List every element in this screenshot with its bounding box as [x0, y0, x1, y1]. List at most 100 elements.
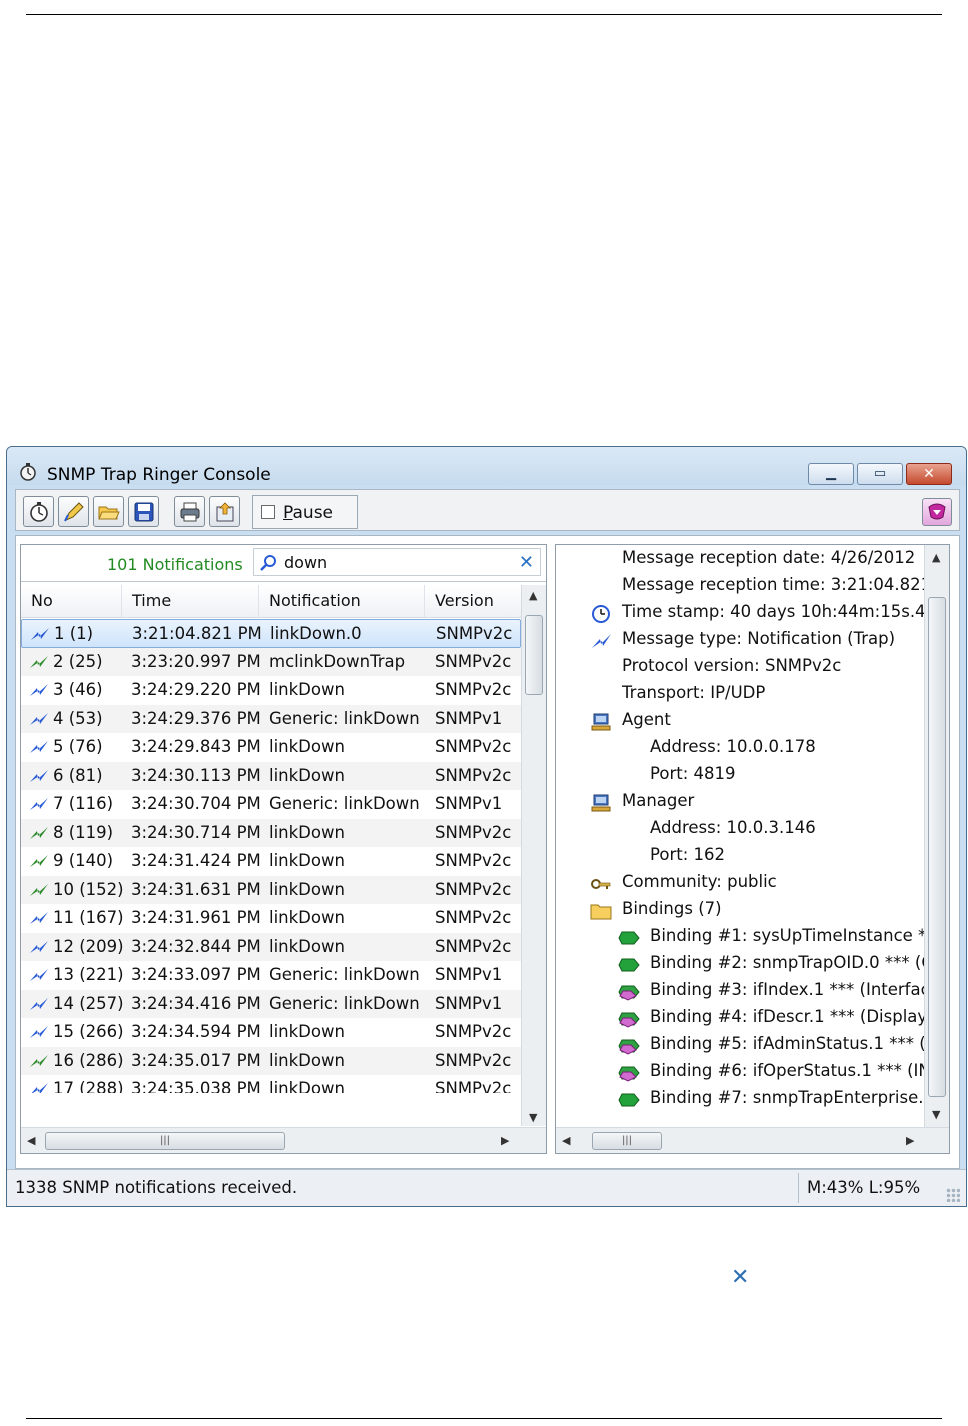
- table-row[interactable]: 14 (257) 3:24:34.416 PM Generic: linkDown S…: [21, 989, 521, 1018]
- row-notification: Generic: linkDown: [269, 965, 420, 984]
- trap-icon: [30, 684, 48, 696]
- vertical-scroll-thumb[interactable]: [525, 615, 543, 695]
- notifications-horizontal-scrollbar[interactable]: ◀ ||| ▶: [21, 1127, 546, 1153]
- table-row[interactable]: 8 (119) 3:24:30.714 PM linkDown SNMPv2c: [21, 818, 521, 847]
- table-row[interactable]: 15 (266) 3:24:34.594 PM linkDown SNMPv2c: [21, 1018, 521, 1047]
- stopwatch-button[interactable]: [23, 496, 54, 527]
- binding-green-icon: [618, 931, 640, 945]
- table-row[interactable]: 3 (46) 3:24:29.220 PM linkDown SNMPv2c: [21, 676, 521, 705]
- detail-line[interactable]: Agent: [622, 710, 671, 729]
- table-row[interactable]: 7 (116) 3:24:30.704 PM Generic: linkDown SN…: [21, 790, 521, 819]
- table-row[interactable]: 4 (53) 3:24:29.376 PM Generic: linkDown SNM…: [21, 704, 521, 733]
- print-button[interactable]: [174, 496, 205, 527]
- notifications-vertical-scrollbar[interactable]: ▲ ▼: [521, 585, 546, 1126]
- scroll-up-icon[interactable]: ▲: [932, 551, 940, 564]
- detail-line[interactable]: Address: 10.0.3.146: [650, 818, 816, 837]
- detail-line[interactable]: Time stamp: 40 days 10h:44m:15s.45th: [622, 602, 924, 621]
- detail-line[interactable]: Binding #2: snmpTrapOID.0 *** (O: [650, 953, 924, 972]
- detail-line[interactable]: Message reception date: 4/26/2012: [622, 548, 915, 567]
- row-notification: linkDown.0: [270, 624, 362, 643]
- row-no: 6 (81): [53, 765, 103, 785]
- column-header-version[interactable]: Version: [425, 585, 521, 617]
- row-time: 3:24:31.631 PM: [131, 879, 261, 899]
- horizontal-scroll-thumb[interactable]: |||: [45, 1132, 285, 1150]
- detail-line[interactable]: Binding #1: sysUpTimeInstance ***: [650, 926, 924, 945]
- details-tree: Message reception date: 4/26/2012 Message…: [556, 545, 924, 1127]
- detail-line[interactable]: Transport: IP/UDP: [622, 683, 765, 702]
- detail-line[interactable]: Bindings (7): [622, 899, 722, 918]
- row-no: 5 (76): [53, 737, 103, 756]
- table-row[interactable]: 13 (221) 3:24:33.097 PM Generic: linkDown S…: [21, 961, 521, 990]
- column-header-notification[interactable]: Notification: [259, 585, 425, 617]
- row-time: 3:24:31.961 PM: [131, 908, 261, 927]
- column-header-no[interactable]: No: [21, 585, 122, 617]
- vertical-scroll-thumb[interactable]: [928, 597, 946, 1097]
- scroll-right-icon[interactable]: ▶: [906, 1134, 914, 1147]
- search-icon: [260, 555, 276, 571]
- table-row[interactable]: 9 (140) 3:24:31.424 PM linkDown SNMPv2c: [21, 847, 521, 876]
- table-row[interactable]: 1 (1) 3:21:04.821 PM linkDown.0 SNMPv2c: [21, 619, 521, 648]
- detail-line[interactable]: Port: 162: [650, 845, 725, 864]
- detail-line[interactable]: Binding #4: ifDescr.1 *** (DisplaySt: [650, 1007, 924, 1026]
- maximize-button[interactable]: ▭: [857, 463, 903, 485]
- scroll-left-icon[interactable]: ◀: [562, 1134, 570, 1147]
- horizontal-scroll-thumb[interactable]: |||: [592, 1132, 662, 1150]
- scroll-up-icon[interactable]: ▲: [529, 589, 537, 602]
- detail-line[interactable]: Binding #5: ifAdminStatus.1 *** (IN: [650, 1034, 924, 1053]
- pause-toggle[interactable]: Pause: [252, 495, 358, 529]
- table-row[interactable]: 11 (167) 3:24:31.961 PM linkDown SNMPv2c: [21, 904, 521, 933]
- scroll-left-icon[interactable]: ◀: [27, 1134, 35, 1147]
- window-title: SNMP Trap Ringer Console: [47, 465, 271, 485]
- scroll-down-icon[interactable]: ▼: [932, 1108, 940, 1121]
- detail-line[interactable]: Manager: [622, 791, 694, 810]
- detail-line[interactable]: Community: public: [622, 872, 777, 891]
- app-window: SNMP Trap Ringer Console ▁ ▭ ✕ Pause 101…: [6, 446, 967, 1207]
- table-row[interactable]: 6 (81) 3:24:30.113 PM linkDown SNMPv2c: [21, 761, 521, 790]
- search-input[interactable]: [284, 552, 504, 572]
- detail-line[interactable]: Protocol version: SNMPv2c: [622, 656, 841, 675]
- clear-search-icon[interactable]: ✕: [519, 552, 534, 573]
- row-notification: linkDown: [269, 879, 345, 899]
- detail-line[interactable]: Binding #3: ifIndex.1 *** (InterfaceI: [650, 980, 924, 999]
- row-no: 8 (119): [53, 822, 114, 842]
- open-button[interactable]: [93, 496, 124, 527]
- ringer-button[interactable]: [922, 498, 952, 526]
- search-box[interactable]: ✕: [253, 548, 541, 576]
- table-row[interactable]: 10 (152) 3:24:31.631 PM linkDown SNMPv2c: [21, 875, 521, 904]
- detail-line[interactable]: Message reception time: 3:21:04.821 P: [622, 575, 924, 594]
- table-row[interactable]: 2 (25) 3:23:20.997 PM mclinkDownTrap SNMPv2…: [21, 647, 521, 676]
- row-no: 10 (152): [53, 879, 124, 899]
- binding-green-icon: [618, 958, 640, 972]
- row-version: SNMPv1: [435, 794, 503, 813]
- row-notification: linkDown: [269, 851, 345, 870]
- detail-line[interactable]: Binding #6: ifOperStatus.1 *** (INT: [650, 1061, 924, 1080]
- table-row[interactable]: 16 (286) 3:24:35.017 PM linkDown SNMPv2c: [21, 1046, 521, 1075]
- table-row[interactable]: 5 (76) 3:24:29.843 PM linkDown SNMPv2c: [21, 733, 521, 762]
- computer-icon: [591, 794, 611, 812]
- edit-button[interactable]: [58, 496, 89, 527]
- details-vertical-scrollbar[interactable]: ▲ ▼: [924, 545, 949, 1127]
- trap-icon: [30, 798, 48, 810]
- table-row[interactable]: 17 (288) 3:24:35.038 PM linkDown SNMPv2c: [21, 1075, 521, 1093]
- table-row[interactable]: 12 (209) 3:24:32.844 PM linkDown SNMPv2c: [21, 932, 521, 961]
- trap-icon: [30, 741, 48, 753]
- close-button[interactable]: ✕: [906, 463, 952, 485]
- scroll-right-icon[interactable]: ▶: [501, 1134, 509, 1147]
- details-horizontal-scrollbar[interactable]: ◀ ||| ▶: [556, 1127, 949, 1153]
- resize-grip[interactable]: [946, 1188, 960, 1202]
- row-time: 3:24:30.704 PM: [131, 794, 261, 813]
- export-button[interactable]: [209, 496, 240, 527]
- detail-line[interactable]: Binding #7: snmpTrapEnterprise.0: [650, 1088, 924, 1107]
- trap-icon: [30, 883, 48, 896]
- save-button[interactable]: [128, 496, 159, 527]
- column-header-time[interactable]: Time: [122, 585, 259, 617]
- detail-line[interactable]: Port: 4819: [650, 764, 736, 783]
- close-icon: ✕: [923, 466, 935, 482]
- trap-icon: [30, 855, 48, 867]
- folder-icon: [590, 904, 612, 920]
- detail-line[interactable]: Message type: Notification (Trap): [622, 629, 895, 648]
- scroll-down-icon[interactable]: ▼: [529, 1111, 537, 1124]
- minimize-button[interactable]: ▁: [808, 463, 854, 485]
- detail-line[interactable]: Address: 10.0.0.178: [650, 737, 816, 756]
- pause-checkbox[interactable]: [261, 505, 275, 519]
